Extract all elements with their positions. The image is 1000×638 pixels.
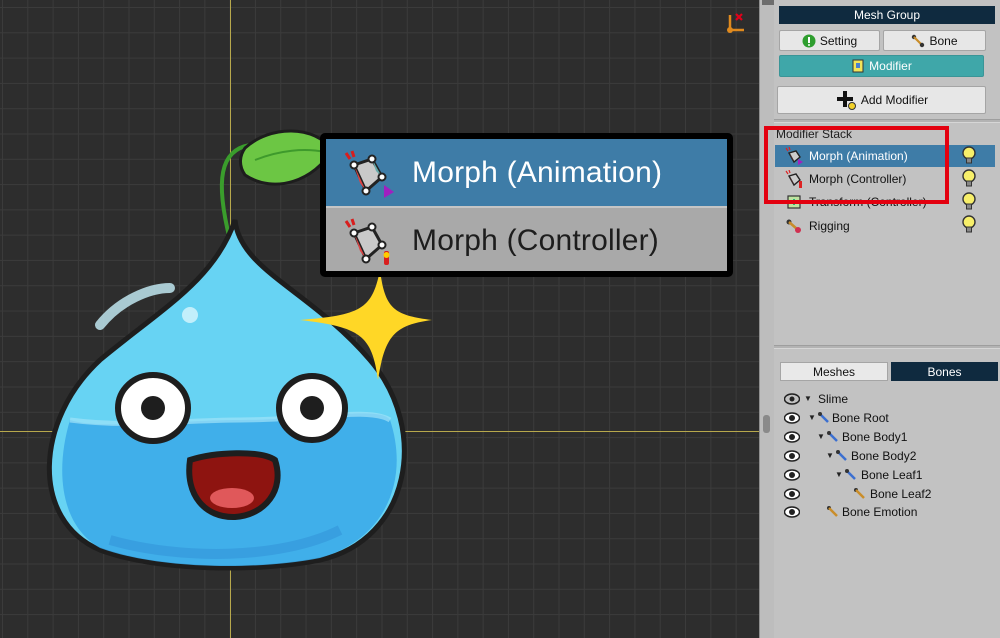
bone-icon — [818, 411, 829, 423]
eye-icon[interactable] — [784, 392, 800, 405]
setting-button[interactable]: Setting — [779, 30, 880, 51]
tree-label-bone-leaf1: Bone Leaf1 — [861, 467, 923, 482]
tree-row-bone-leaf1[interactable]: ▼ Bone Leaf1 — [774, 465, 1000, 484]
splitter-grip[interactable] — [763, 415, 770, 433]
lightbulb-icon[interactable] — [962, 169, 976, 187]
lightbulb-icon[interactable] — [962, 215, 976, 233]
tree-label-bone-body2: Bone Body2 — [851, 448, 917, 463]
expand-arrow-icon[interactable]: ▼ — [808, 413, 816, 422]
eye-icon[interactable] — [784, 449, 800, 462]
tree-label-bone-root: Bone Root — [832, 410, 889, 425]
tree-label-bone-body1: Bone Body1 — [842, 429, 908, 444]
add-modifier-button[interactable]: Add Modifier — [777, 86, 986, 114]
add-modifier-icon — [836, 91, 856, 110]
gizmo-icon[interactable] — [722, 10, 748, 36]
morph-animation-icon — [344, 150, 394, 198]
eye-icon[interactable] — [784, 505, 800, 518]
setting-button-label: Setting — [819, 33, 858, 48]
expand-arrow-icon[interactable]: ▼ — [835, 470, 843, 479]
tab-meshes-label: Meshes — [812, 364, 856, 379]
bone-icon — [836, 449, 847, 461]
setting-icon — [802, 34, 816, 47]
separator — [774, 119, 1000, 123]
highlight-box — [764, 126, 949, 204]
bone-icon — [845, 468, 856, 480]
eye-icon[interactable] — [784, 468, 800, 481]
tree-row-bone-root[interactable]: ▼ Bone Root — [774, 408, 1000, 427]
add-modifier-label: Add Modifier — [860, 93, 929, 107]
bone-icon — [912, 34, 925, 47]
morph-controller-icon — [344, 218, 390, 265]
tab-bones-label: Bones — [927, 364, 962, 379]
tree-row-slime[interactable]: ▼ Slime — [774, 389, 1000, 408]
panel-title: Mesh Group — [779, 6, 995, 24]
expand-arrow-icon[interactable]: ▼ — [804, 394, 812, 403]
zoom-label-morph-animation: Morph (Animation) — [412, 155, 663, 189]
bone-button-label: Bone — [929, 33, 958, 48]
tab-meshes[interactable]: Meshes — [780, 362, 888, 381]
eye-icon[interactable] — [784, 430, 800, 443]
panel-splitter[interactable] — [759, 0, 774, 638]
bone-icon — [827, 505, 838, 517]
bone-button[interactable]: Bone — [883, 30, 986, 51]
modifier-stack-label: Rigging — [809, 219, 850, 233]
bone-icon — [854, 487, 865, 499]
tree-label-bone-emotion: Bone Emotion — [842, 504, 918, 519]
mesh-group-panel: Mesh Group Setting Bone Modifier Add Mod… — [774, 0, 1000, 638]
zoom-item-morph-controller: Morph (Controller) — [326, 208, 727, 271]
tree-row-bone-body2[interactable]: ▼ Bone Body2 — [774, 446, 1000, 465]
lightbulb-icon[interactable] — [962, 146, 976, 164]
eye-icon[interactable] — [784, 411, 800, 424]
tree-row-bone-emotion[interactable]: Bone Emotion — [774, 502, 1000, 521]
modifier-button-label: Modifier — [869, 59, 912, 73]
collapse-arrow-icon[interactable] — [762, 0, 774, 5]
tab-bones[interactable]: Bones — [891, 362, 998, 381]
rigging-icon — [786, 219, 801, 233]
tree-label-slime: Slime — [818, 391, 849, 406]
expand-arrow-icon[interactable]: ▼ — [817, 432, 825, 441]
expand-arrow-icon[interactable]: ▼ — [826, 451, 834, 460]
zoom-label-morph-controller: Morph (Controller) — [412, 224, 659, 257]
bone-icon — [827, 430, 838, 442]
lightbulb-icon[interactable] — [962, 192, 976, 210]
tree-label-bone-leaf2: Bone Leaf2 — [870, 486, 932, 501]
modifier-button[interactable]: Modifier — [779, 55, 984, 77]
tree-row-bone-body1[interactable]: ▼ Bone Body1 — [774, 427, 1000, 446]
canvas-viewport[interactable]: Morph (Animation) Morph (Controller) — [0, 0, 759, 638]
tree-row-bone-leaf2[interactable]: Bone Leaf2 — [774, 484, 1000, 503]
separator — [774, 345, 1000, 349]
eye-icon[interactable] — [784, 487, 800, 500]
zoom-callout: Morph (Animation) Morph (Controller) — [320, 133, 733, 277]
zoom-item-morph-animation: Morph (Animation) — [326, 139, 727, 208]
modifier-icon — [852, 59, 864, 73]
